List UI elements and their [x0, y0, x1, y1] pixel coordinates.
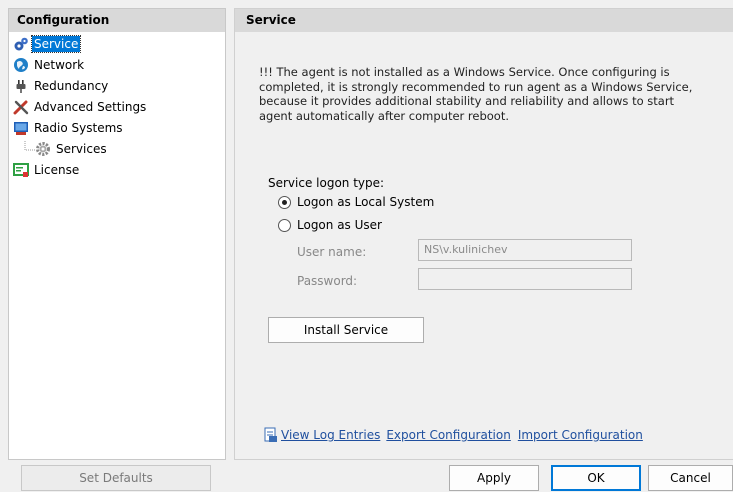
tree-item-radio-systems[interactable]: Radio Systems	[13, 118, 125, 137]
tree-item-label: Radio Systems	[34, 120, 123, 135]
tree-item-label: Service	[30, 34, 82, 53]
tree-item-license[interactable]: License	[13, 160, 81, 179]
tools-icon	[13, 99, 29, 115]
tree-item-label: Services	[56, 141, 107, 156]
radio-logon-as-user[interactable]: Logon as User	[278, 218, 382, 232]
username-label: User name:	[297, 245, 367, 259]
cancel-button[interactable]: Cancel	[648, 465, 733, 491]
tree-item-label: Network	[34, 57, 85, 72]
radio-unselected-indicator	[278, 218, 291, 232]
configuration-header: Configuration	[9, 9, 225, 32]
tree-item-advanced-settings[interactable]: Advanced Settings	[13, 97, 148, 116]
radio-label: Logon as User	[297, 218, 382, 232]
links-bar: View Log Entries Export Configuration Im…	[263, 427, 643, 443]
tree-item-label: Redundancy	[34, 78, 109, 93]
radio-selected-indicator	[278, 195, 291, 209]
set-defaults-button[interactable]: Set Defaults	[21, 465, 211, 491]
service-panel: Service !!! The agent is not installed a…	[234, 8, 733, 460]
tree-item-label: License	[34, 162, 80, 177]
license-icon	[13, 162, 29, 178]
apply-button[interactable]: Apply	[449, 465, 539, 491]
tree-connector-icon	[23, 140, 35, 157]
tree-item-service[interactable]: Service	[13, 34, 82, 53]
logon-type-label: Service logon type:	[268, 176, 385, 190]
tree-item-services[interactable]: Services	[23, 139, 109, 158]
radio-label: Logon as Local System	[297, 195, 435, 209]
tree-item-network[interactable]: Network	[13, 55, 86, 74]
configuration-panel: Configuration Service Network Redundancy…	[8, 8, 226, 460]
password-label: Password:	[297, 274, 358, 288]
import-configuration-link[interactable]: Import Configuration	[518, 428, 643, 442]
redundancy-plug-icon	[13, 78, 29, 94]
password-field[interactable]	[418, 268, 632, 290]
export-configuration-link[interactable]: Export Configuration	[386, 428, 510, 442]
gear-icon	[35, 141, 51, 157]
ok-button[interactable]: OK	[551, 465, 641, 491]
log-document-icon	[263, 427, 279, 443]
service-gear-icon	[13, 36, 29, 52]
network-globe-icon	[13, 57, 29, 73]
service-panel-header: Service	[235, 9, 733, 32]
tree-item-redundancy[interactable]: Redundancy	[13, 76, 110, 95]
install-service-button[interactable]: Install Service	[268, 317, 424, 343]
radio-systems-icon	[13, 120, 29, 136]
radio-logon-local-system[interactable]: Logon as Local System	[278, 195, 434, 209]
tree-item-label: Advanced Settings	[34, 99, 147, 114]
service-warning-text: !!! The agent is not installed as a Wind…	[259, 65, 693, 123]
view-log-entries-link[interactable]: View Log Entries	[281, 428, 380, 442]
username-field[interactable]: NS\v.kulinichev	[418, 239, 632, 261]
